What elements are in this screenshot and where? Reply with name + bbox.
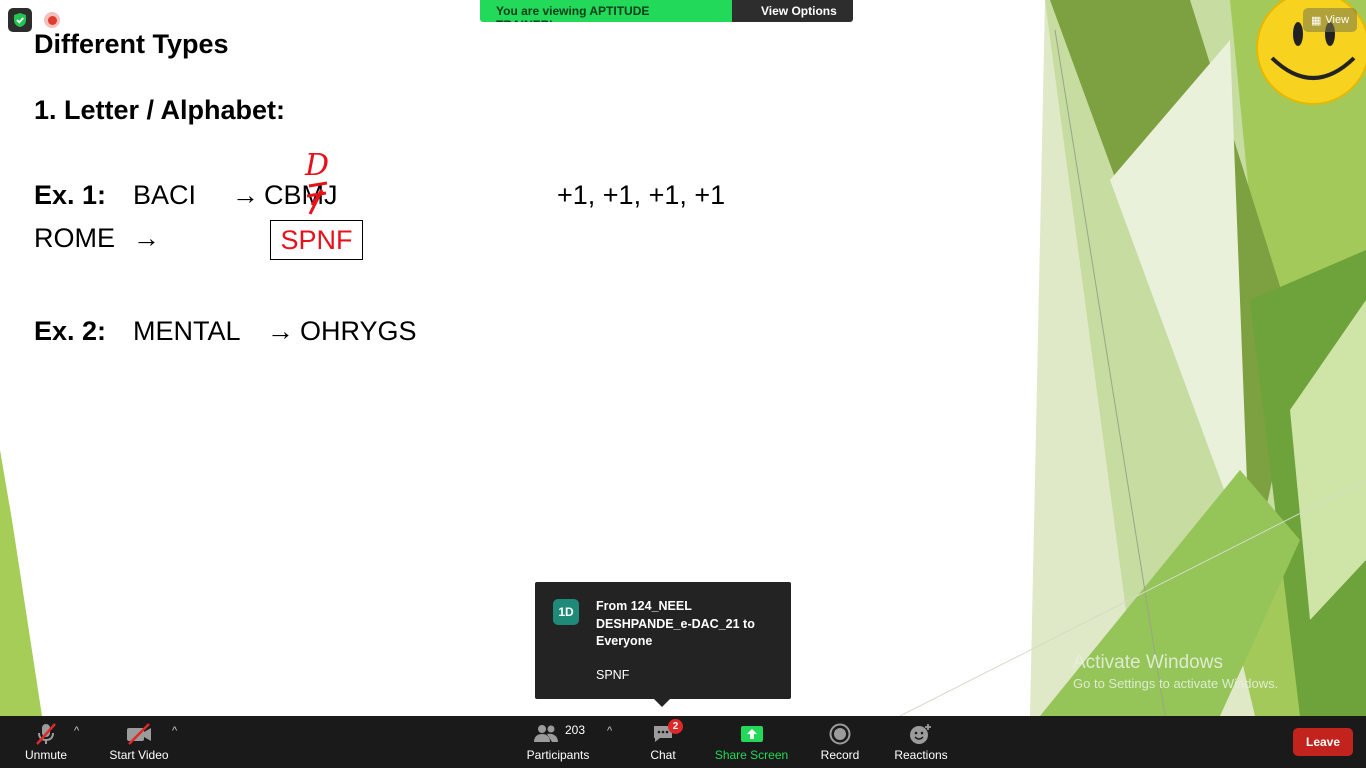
sharing-banner: You are viewing APTITUDE TRAINER's scree… [480,0,853,22]
watermark-line1: Activate Windows [1073,652,1223,673]
shared-screen: You are viewing APTITUDE TRAINER's scree… [0,0,1366,716]
avatar: 1D [553,599,579,625]
ex2-answer: OHRYGS [300,316,417,346]
share-screen-label: Share Screen [714,748,789,762]
share-screen-icon [740,722,764,746]
chat-notification[interactable]: 1D From 124_NEEL DESHPANDE_e-DAC_21 to E… [535,582,791,707]
ex1-answer-start: CB [264,180,302,210]
ex1-answer: CBMJ [264,180,338,211]
chat-button[interactable]: 2 Chat [648,716,683,768]
share-screen-button[interactable]: Share Screen [714,716,789,768]
participants-button[interactable]: 203 Participants [526,716,590,768]
meeting-toolbar: Unmute ^ Start Video ^ 203 Participants … [0,716,1366,768]
ex2-arrow: → [267,316,294,346]
security-shield-icon[interactable] [8,8,32,32]
muted-microphone-icon [34,722,58,746]
video-options-caret-icon[interactable]: ^ [172,725,177,737]
participants-count: 203 [565,723,586,737]
ex1-word: BACI [133,180,197,210]
chevron-down-icon: ˅ [761,18,768,22]
ex2-label: Ex. 2: [34,316,107,346]
view-options-button[interactable]: View Options ˅ [732,0,853,22]
watermark-line2: Go to Settings to activate Windows. [1073,676,1279,691]
participants-label: Participants [526,748,590,762]
handwritten-annotation: D [305,148,330,183]
recording-indicator-icon [44,12,60,28]
view-button-label: View [1325,14,1350,26]
activate-windows-watermark: Activate Windows Go to Settings to activ… [1073,652,1278,691]
view-button[interactable]: ▦ View [1303,8,1357,32]
chat-label: Chat [650,748,676,762]
rome-arrow: → [133,223,160,253]
view-options-label: View Options [761,4,837,18]
record-label: Record [820,748,860,762]
leave-button[interactable]: Leave [1293,728,1353,756]
grid-icon: ▦ [1310,14,1322,27]
ex1-arrow: → [232,180,259,210]
chat-message: SPNF [596,668,630,682]
boxed-answer: SPNF [270,220,363,260]
reactions-label: Reactions [894,748,948,762]
audio-options-caret-icon[interactable]: ^ [74,725,79,737]
chat-sender: From 124_NEEL DESHPANDE_e-DAC_21 to Ever… [596,599,755,648]
reactions-button[interactable]: Reactions [894,716,948,768]
participants-options-caret-icon[interactable]: ^ [607,725,612,737]
ex1-answer-end: J [324,180,338,210]
record-icon [829,722,851,746]
unmute-button[interactable]: Unmute [24,716,68,768]
rome-word: ROME [34,223,115,253]
slide-subtitle: 1. Letter / Alphabet: [34,95,286,125]
start-video-label: Start Video [109,748,169,762]
record-button[interactable]: Record [820,716,860,768]
ex1-pattern: +1, +1, +1, +1 [557,180,726,210]
chat-icon: 2 [652,719,683,746]
ex1-label: Ex. 1: [34,180,107,210]
unmute-label: Unmute [24,748,68,762]
chat-unread-badge: 2 [668,719,683,734]
participants-icon: 203 [527,722,589,746]
ex1-answer-struck: M [301,180,325,210]
start-video-button[interactable]: Start Video [108,716,170,768]
reactions-icon [909,722,933,746]
ex2-word: MENTAL [133,316,241,346]
video-off-icon [125,722,153,746]
viewing-message: You are viewing APTITUDE TRAINER's scree… [480,0,732,22]
slide-title: Different Types [34,29,229,59]
popup-pointer [654,699,670,707]
